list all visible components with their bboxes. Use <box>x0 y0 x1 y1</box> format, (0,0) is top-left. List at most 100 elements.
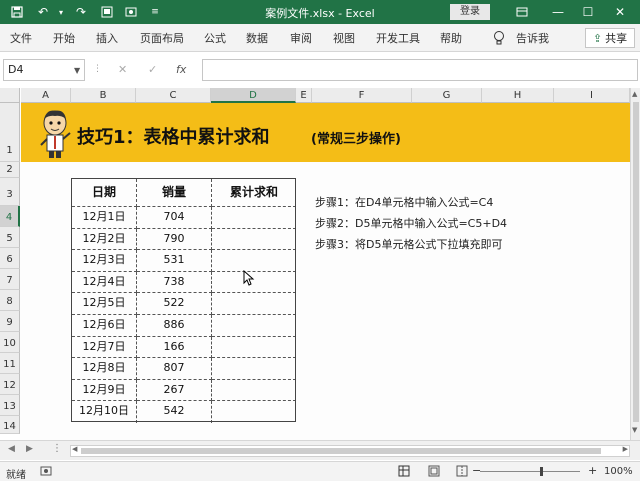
tell-me-search[interactable]: 告诉我 <box>516 30 549 46</box>
close-icon[interactable]: ✕ <box>608 2 632 22</box>
table-cell-sales[interactable]: 790 <box>137 228 212 251</box>
table-header-date[interactable]: 日期 <box>72 179 137 207</box>
column-header-c[interactable]: C <box>136 88 211 103</box>
cancel-icon[interactable]: ✕ <box>118 63 127 76</box>
select-all-corner[interactable] <box>0 88 20 103</box>
table-cell-date[interactable]: 12月2日 <box>72 228 137 251</box>
sheet-prev-icon[interactable]: ◀ <box>8 444 15 454</box>
print-preview-icon[interactable] <box>98 3 116 21</box>
row-header-11[interactable]: 11 <box>0 353 20 374</box>
share-button[interactable]: ⇪ 共享 <box>585 28 635 48</box>
row-header-1[interactable]: 1 <box>0 103 20 162</box>
table-cell-date[interactable]: 12月1日 <box>72 207 137 229</box>
normal-view-icon[interactable] <box>398 465 410 480</box>
horizontal-scroll-thumb[interactable] <box>81 448 601 454</box>
tab-insert[interactable]: 插入 <box>96 30 118 46</box>
row-header-13[interactable]: 13 <box>0 395 20 416</box>
formula-bar-handle-icon[interactable]: ⋮ <box>93 64 102 74</box>
zoom-level[interactable]: 100% <box>604 466 633 477</box>
redo-icon[interactable]: ↷ <box>72 3 90 21</box>
column-header-h[interactable]: H <box>482 88 554 103</box>
table-cell-sales[interactable]: 166 <box>137 336 212 359</box>
column-header-e[interactable]: E <box>296 88 312 103</box>
row-header-14[interactable]: 14 <box>0 416 20 434</box>
column-header-i[interactable]: I <box>554 88 630 103</box>
table-cell-cumulative[interactable] <box>212 315 296 337</box>
row-header-2[interactable]: 2 <box>0 162 20 178</box>
table-cell-sales[interactable]: 522 <box>137 293 212 315</box>
table-cell-date[interactable]: 12月10日 <box>72 401 137 423</box>
table-cell-cumulative[interactable] <box>212 358 296 380</box>
row-header-5[interactable]: 5 <box>0 227 20 248</box>
page-break-view-icon[interactable] <box>456 465 468 480</box>
table-cell-sales[interactable]: 704 <box>137 207 212 229</box>
column-header-b[interactable]: B <box>71 88 136 103</box>
row-header-4[interactable]: 4 <box>0 206 20 227</box>
table-cell-sales[interactable]: 542 <box>137 401 212 423</box>
name-box[interactable]: D4 <box>3 59 85 81</box>
undo-icon[interactable]: ↶ <box>34 3 52 21</box>
minimize-icon[interactable]: — <box>546 2 570 22</box>
scroll-down-icon[interactable]: ▼ <box>632 426 637 434</box>
table-cell-date[interactable]: 12月4日 <box>72 271 137 294</box>
tab-developer[interactable]: 开发工具 <box>376 30 420 46</box>
tab-file[interactable]: 文件 <box>10 30 32 46</box>
row-header-10[interactable]: 10 <box>0 332 20 353</box>
column-header-f[interactable]: F <box>312 88 412 103</box>
customize-toolbar-icon[interactable]: ≡ <box>146 3 164 21</box>
tab-formulas[interactable]: 公式 <box>204 30 226 46</box>
table-cell-sales[interactable]: 531 <box>137 250 212 272</box>
table-header-sales[interactable]: 销量 <box>137 179 212 207</box>
table-cell-sales[interactable]: 267 <box>137 379 212 402</box>
table-cell-cumulative[interactable] <box>212 229 296 251</box>
table-cell-date[interactable]: 12月9日 <box>72 379 137 402</box>
table-cell-cumulative[interactable] <box>212 380 296 402</box>
column-header-a[interactable]: A <box>21 88 71 103</box>
tab-help[interactable]: 帮助 <box>440 30 462 46</box>
row-header-6[interactable]: 6 <box>0 248 20 269</box>
row-header-9[interactable]: 9 <box>0 311 20 332</box>
table-cell-sales[interactable]: 886 <box>137 315 212 337</box>
vertical-scrollbar[interactable]: ▲ ▼ <box>630 88 640 440</box>
save-icon[interactable] <box>8 3 26 21</box>
table-cell-sales[interactable]: 807 <box>137 358 212 380</box>
row-header-3[interactable]: 3 <box>0 178 20 206</box>
enter-icon[interactable]: ✓ <box>148 63 157 76</box>
name-box-dropdown-icon[interactable]: ▼ <box>74 66 80 75</box>
undo-dropdown-icon[interactable]: ▾ <box>52 3 70 21</box>
row-header-7[interactable]: 7 <box>0 269 20 290</box>
table-cell-cumulative[interactable] <box>212 250 296 272</box>
formula-input[interactable] <box>202 59 638 81</box>
sheet-next-icon[interactable]: ▶ <box>26 444 33 454</box>
column-header-g[interactable]: G <box>412 88 482 103</box>
vertical-scroll-thumb[interactable] <box>633 102 639 422</box>
scroll-right-icon[interactable]: ▶ <box>623 445 628 453</box>
zoom-slider-thumb[interactable] <box>540 467 543 476</box>
table-cell-cumulative[interactable] <box>212 401 296 423</box>
table-header-cumulative[interactable]: 累计求和 <box>212 179 296 207</box>
table-cell-sales[interactable]: 738 <box>137 271 212 294</box>
row-header-8[interactable]: 8 <box>0 290 20 311</box>
tab-split-handle-icon[interactable]: ⋮ <box>52 443 62 454</box>
table-cell-cumulative[interactable] <box>212 337 296 359</box>
macro-record-icon[interactable] <box>40 465 52 480</box>
tab-review[interactable]: 审阅 <box>290 30 312 46</box>
row-header-12[interactable]: 12 <box>0 374 20 395</box>
page-layout-view-icon[interactable] <box>428 465 440 480</box>
insert-function-icon[interactable]: fx <box>176 63 186 76</box>
tab-home[interactable]: 开始 <box>53 30 75 46</box>
column-header-d[interactable]: D <box>211 88 296 103</box>
tab-page-layout[interactable]: 页面布局 <box>140 30 184 46</box>
tab-data[interactable]: 数据 <box>246 30 268 46</box>
zoom-slider[interactable] <box>480 471 580 472</box>
scroll-up-icon[interactable]: ▲ <box>632 90 637 98</box>
table-cell-date[interactable]: 12月6日 <box>72 315 137 337</box>
tab-view[interactable]: 视图 <box>333 30 355 46</box>
table-cell-cumulative[interactable] <box>212 293 296 315</box>
ribbon-display-icon[interactable] <box>510 2 534 22</box>
table-cell-date[interactable]: 12月5日 <box>72 293 137 315</box>
maximize-icon[interactable]: ☐ <box>576 2 600 22</box>
table-cell-date[interactable]: 12月7日 <box>72 336 137 359</box>
scroll-left-icon[interactable]: ◀ <box>72 445 77 453</box>
table-cell-date[interactable]: 12月8日 <box>72 358 137 380</box>
